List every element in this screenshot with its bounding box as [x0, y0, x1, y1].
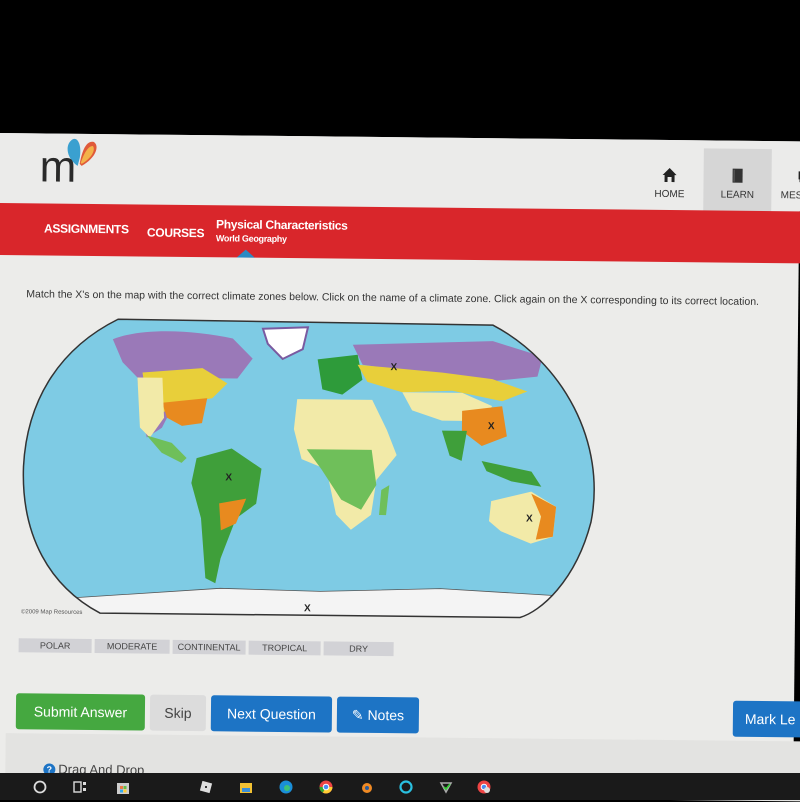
- zone-moderate[interactable]: MODERATE: [94, 639, 170, 654]
- marker-x-australia[interactable]: X: [526, 514, 533, 525]
- search-circle-icon[interactable]: [32, 779, 48, 795]
- nav-learn[interactable]: LEARN: [703, 148, 772, 220]
- book-icon: [732, 168, 743, 183]
- chrome-profile-icon[interactable]: [476, 779, 492, 795]
- submit-answer-button[interactable]: Submit Answer: [15, 693, 146, 731]
- marker-x-amazon[interactable]: X: [225, 472, 232, 483]
- action-buttons: Submit Answer Skip Next Question ✎ Notes: [15, 693, 420, 734]
- task-view-icon[interactable]: [72, 779, 88, 795]
- world-map-svg: X X X X X: [21, 318, 596, 619]
- edit-icon: ✎: [351, 706, 364, 723]
- main-nav-bar: ASSIGNMENTS COURSES Physical Characteris…: [0, 202, 800, 264]
- zone-continental[interactable]: CONTINENTAL: [172, 639, 246, 655]
- nav-home-label: HOME: [654, 188, 685, 200]
- roblox-icon[interactable]: [198, 779, 214, 795]
- site-logo[interactable]: m: [39, 135, 110, 196]
- vpn-app-icon[interactable]: [438, 779, 454, 795]
- active-nav-pointer: [236, 249, 255, 258]
- marker-x-antarctica[interactable]: X: [304, 603, 311, 614]
- marker-x-russia[interactable]: X: [391, 362, 398, 373]
- nav-message-label: MESSAGE: [780, 189, 800, 202]
- course-title[interactable]: Physical Characteristics: [216, 217, 348, 232]
- notes-label: Notes: [367, 706, 405, 724]
- blender-icon[interactable]: [358, 779, 374, 795]
- next-question-button[interactable]: Next Question: [210, 695, 333, 733]
- chrome-icon[interactable]: [318, 779, 334, 795]
- map-copyright: ©2009 Map Resources: [20, 609, 83, 616]
- home-icon: [662, 167, 677, 182]
- site-header: m HOME LEARN MESSAGE: [0, 133, 800, 220]
- nav-assignments[interactable]: ASSIGNMENTS: [44, 221, 129, 236]
- mark-button[interactable]: Mark Le: [732, 700, 800, 738]
- screen: m HOME LEARN MESSAGE ASSIGNMENTS COURSES…: [0, 0, 800, 802]
- store-icon[interactable]: [115, 779, 131, 795]
- nav-learn-label: LEARN: [720, 189, 755, 201]
- edge-icon[interactable]: [278, 779, 294, 795]
- notes-button[interactable]: ✎ Notes: [336, 696, 420, 734]
- file-explorer-icon[interactable]: [238, 779, 254, 795]
- monitor-bezel: [0, 0, 800, 135]
- nav-home[interactable]: HOME: [635, 148, 704, 219]
- course-subtitle: World Geography: [215, 233, 287, 245]
- nav-message[interactable]: MESSAGE: [771, 149, 800, 220]
- zone-dry[interactable]: DRY: [323, 641, 394, 657]
- web-page: m HOME LEARN MESSAGE ASSIGNMENTS COURSES…: [0, 133, 800, 802]
- skip-button[interactable]: Skip: [149, 694, 207, 732]
- windows-taskbar: [0, 773, 800, 800]
- logo-letter: m: [39, 142, 76, 192]
- zone-tropical[interactable]: TROPICAL: [248, 640, 321, 656]
- climate-map: X X X X X: [20, 316, 603, 622]
- marker-x-china[interactable]: X: [488, 421, 495, 432]
- climate-zone-options: POLAR MODERATE CONTINENTAL TROPICAL DRY: [18, 638, 394, 657]
- nav-courses[interactable]: COURSES: [147, 226, 204, 241]
- zone-polar[interactable]: POLAR: [18, 638, 92, 653]
- question-instructions: Match the X's on the map with the correc…: [26, 288, 760, 308]
- cortana-icon[interactable]: [398, 779, 414, 795]
